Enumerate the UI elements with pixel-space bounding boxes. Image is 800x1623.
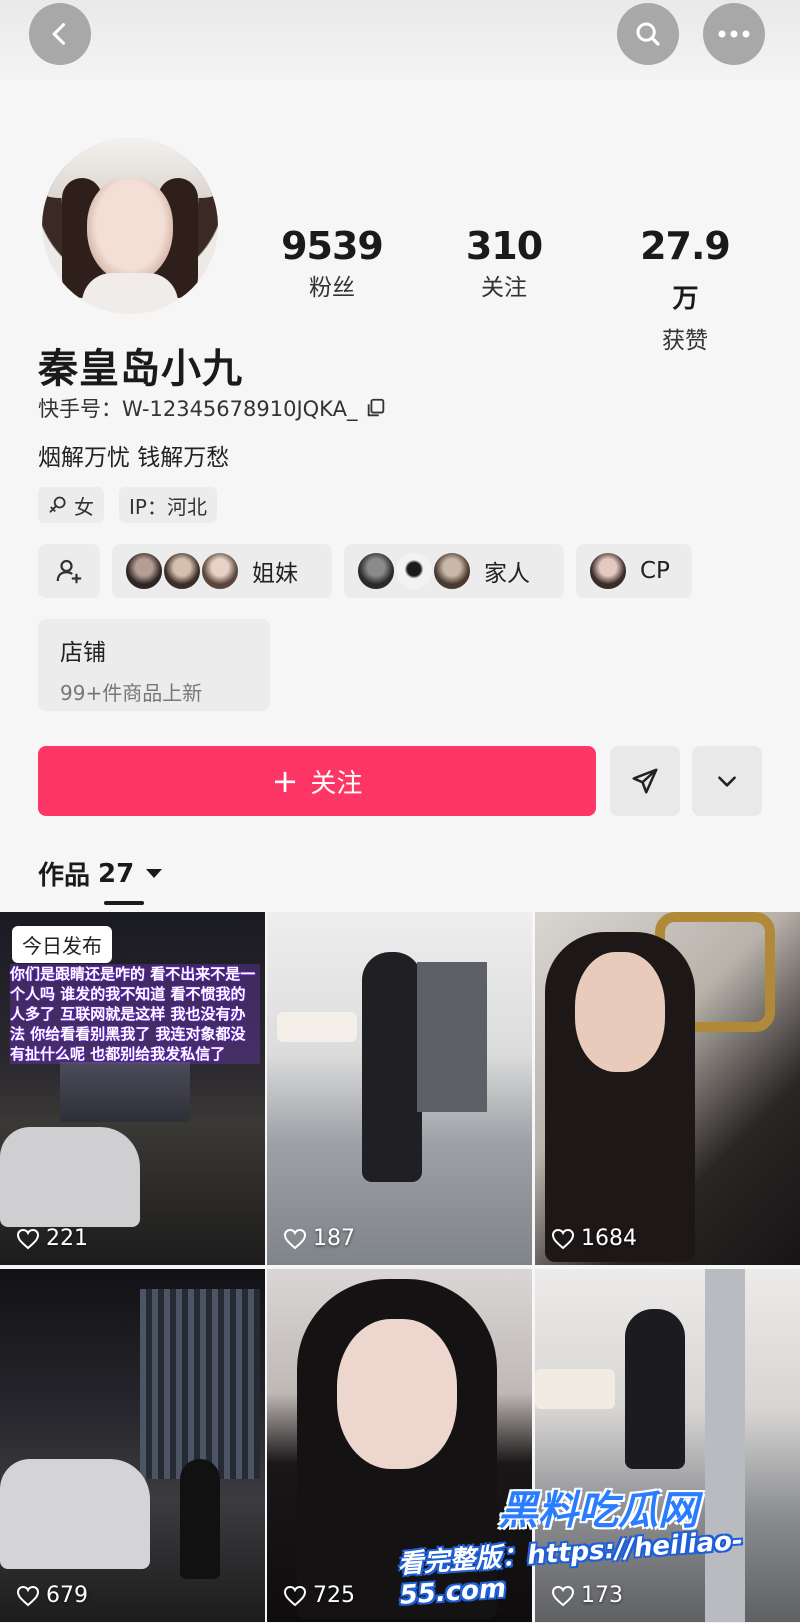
likes-label: 获赞: [662, 328, 708, 354]
shop-subtitle: 99+件商品上新: [60, 681, 203, 705]
following-count: 310: [465, 224, 543, 268]
follow-button[interactable]: + 关注: [38, 746, 596, 816]
gender-tag: 女: [38, 487, 104, 523]
chevron-left-icon: [52, 23, 66, 45]
video-thumbnail[interactable]: 1684: [535, 912, 800, 1265]
message-button[interactable]: [610, 746, 680, 816]
works-tab-label: 作品: [38, 861, 91, 891]
like-count: 221: [16, 1226, 88, 1251]
user-id-text: 快手号：W-12345678910JQKA_: [38, 397, 358, 421]
sisters-label: 姐妹: [252, 561, 298, 587]
back-button[interactable]: [29, 3, 91, 65]
profile-bio: 烟解万忧 钱解万愁: [38, 445, 230, 471]
cp-chip[interactable]: CP: [576, 544, 692, 598]
like-count: 679: [16, 1583, 88, 1608]
more-icon: [718, 30, 750, 38]
watermark-url: 看完整版：https://heiliao-55.com: [396, 1525, 744, 1611]
chevron-down-icon: [718, 776, 736, 787]
fans-label: 粉丝: [309, 275, 355, 301]
video-caption-overlay: 你们是跟睛还是咋的 看不出来不是一个人吗 谁发的我不知道 看不惯我的人多了 互联…: [10, 964, 260, 1064]
heart-icon: [283, 1228, 307, 1249]
fans-count: 9539: [281, 224, 384, 268]
search-button[interactable]: [617, 3, 679, 65]
avatar: [124, 551, 164, 591]
avatar: [162, 551, 202, 591]
video-thumbnail[interactable]: 今日发布 你们是跟睛还是咋的 看不出来不是一个人吗 谁发的我不知道 看不惯我的人…: [0, 912, 265, 1265]
user-id: 快手号：W-12345678910JQKA_: [38, 393, 387, 423]
copy-icon[interactable]: [365, 397, 387, 419]
add-friend-button[interactable]: [38, 544, 100, 598]
top-bar: [0, 0, 800, 80]
watermark: 黑料吃瓜网 看完整版：https://heiliao-55.com: [396, 1478, 798, 1623]
video-thumbnail[interactable]: 679: [0, 1269, 265, 1622]
heart-icon: [551, 1228, 575, 1249]
send-icon: [632, 768, 658, 794]
shop-title: 店铺: [60, 640, 106, 666]
likes-count: 27.9万: [640, 224, 731, 314]
profile-name: 秦皇岛小九: [38, 346, 243, 392]
expand-button[interactable]: [692, 746, 762, 816]
fans-stat[interactable]: 9539 粉丝: [272, 222, 392, 306]
following-label: 关注: [481, 275, 527, 301]
like-count: 187: [283, 1226, 355, 1251]
tab-indicator: [104, 901, 144, 905]
female-icon: [49, 496, 66, 513]
tab-works[interactable]: 作品 27: [38, 855, 163, 892]
avatar: [356, 551, 396, 591]
more-button[interactable]: [703, 3, 765, 65]
gender-text: 女: [74, 494, 94, 519]
add-user-icon: [56, 559, 82, 584]
heart-icon: [16, 1228, 40, 1249]
video-thumbnail[interactable]: 187: [267, 912, 532, 1265]
ip-tag: IP：河北: [119, 487, 217, 523]
avatar: [200, 551, 240, 591]
works-count: 27: [98, 858, 135, 889]
plus-icon: +: [271, 762, 299, 800]
sisters-chip[interactable]: 姐妹: [112, 544, 332, 598]
avatar: [394, 551, 434, 591]
heart-icon: [16, 1585, 40, 1606]
like-count: 725: [283, 1583, 355, 1608]
cp-label: CP: [640, 558, 670, 584]
follow-label: 关注: [310, 768, 363, 799]
avatar: [588, 551, 628, 591]
dropdown-caret-icon: [146, 869, 163, 878]
likes-stat[interactable]: 27.9万 获赞: [630, 222, 740, 359]
family-label: 家人: [484, 561, 530, 587]
today-badge: 今日发布: [12, 926, 112, 963]
search-icon: [636, 22, 660, 46]
ip-text: IP：河北: [129, 494, 207, 519]
following-stat[interactable]: 310 关注: [452, 222, 556, 306]
heart-icon: [283, 1585, 307, 1606]
avatar: [432, 551, 472, 591]
avatar[interactable]: [42, 138, 218, 314]
shop-card[interactable]: 店铺 99+件商品上新: [38, 619, 270, 711]
like-count: 1684: [551, 1226, 637, 1251]
family-chip[interactable]: 家人: [344, 544, 564, 598]
